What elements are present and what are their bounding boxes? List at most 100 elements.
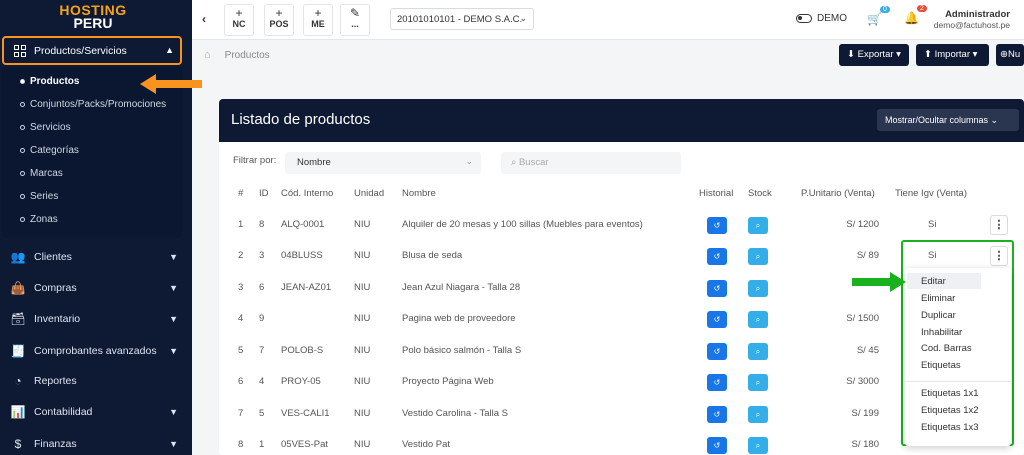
annotation-arrow-green (852, 272, 906, 292)
brand-logo[interactable]: HOSTING PERU (58, 3, 128, 30)
history-button[interactable]: ↺ (707, 437, 727, 454)
cell-unit: NIU (354, 439, 371, 450)
sidebar-item-finanzas[interactable]: $ Finanzas ▼ (10, 437, 182, 451)
demo-toggle[interactable]: DEMO (796, 13, 847, 24)
pie-chart-icon: ◔ (14, 374, 22, 388)
menu-item-editar[interactable]: Editar (921, 276, 946, 287)
new-button[interactable]: ⊕Nu (996, 44, 1024, 66)
cell-index: 8 (238, 439, 244, 450)
submenu-item-productos[interactable]: Productos (20, 76, 79, 87)
cell-id: 8 (259, 219, 265, 230)
submenu-label: Productos (30, 76, 80, 87)
bullet-icon (20, 148, 25, 153)
import-label: Importar (934, 49, 970, 60)
menu-item-cod-barras[interactable]: Cod. Barras (921, 343, 972, 354)
stock-button[interactable]: ⌕ (748, 374, 768, 391)
import-button[interactable]: ⬆ Importar ▾ (916, 44, 989, 66)
company-select[interactable]: 20101010101 - DEMO S.A.C. ⌄ (390, 8, 534, 30)
user-menu[interactable]: Administrador demo@factuhost.pe (934, 9, 1010, 31)
submenu-label: Conjuntos/Packs/Promociones (30, 99, 167, 110)
cell-unit: NIU (354, 250, 371, 261)
plus-icon: + (275, 6, 283, 20)
row-actions-button[interactable]: ⋮ (990, 215, 1008, 235)
stock-button[interactable]: ⌕ (748, 343, 768, 360)
menu-item-etiquetas-1x3[interactable]: Etiquetas 1x3 (921, 422, 979, 433)
home-icon[interactable]: ⌂ (204, 49, 211, 61)
chevron-down-icon: ▼ (169, 439, 178, 449)
toggle-columns-button[interactable]: Mostrar/Ocultar columnas ⌄ (877, 109, 1019, 131)
cell-price: S/ 89 (856, 250, 879, 261)
history-button[interactable]: ↺ (707, 343, 727, 360)
cell-igv: Si (928, 219, 937, 230)
shopping-bag-icon: 👜 (10, 281, 26, 295)
sidebar-item-label: Compras (34, 282, 77, 294)
menu-item-etiquetas-1x2[interactable]: Etiquetas 1x2 (921, 405, 979, 416)
cell-code: VES-CALI1 (281, 408, 330, 419)
collapse-sidebar-icon[interactable]: ‹ (202, 12, 206, 26)
cell-id: 6 (259, 282, 265, 293)
cell-code: 04BLUSS (281, 250, 323, 261)
stock-button[interactable]: ⌕ (748, 217, 768, 234)
dollar-icon: $ (14, 437, 22, 451)
cart-button[interactable]: 🛒 0 (867, 6, 890, 26)
col-header-id: ID (259, 188, 269, 199)
menu-item-eliminar[interactable]: Eliminar (921, 293, 955, 304)
bullet-icon (20, 125, 25, 130)
quick-nc-button[interactable]: + NC (224, 4, 254, 36)
history-button[interactable]: ↺ (707, 374, 727, 391)
history-button[interactable]: ↺ (707, 217, 727, 234)
submenu-item-series[interactable]: Series (20, 191, 58, 202)
cell-price: S/ 180 (851, 439, 879, 450)
col-header-code: Cód. Interno (281, 188, 334, 199)
sidebar-item-reportes[interactable]: ◔ Reportes (10, 374, 182, 388)
submenu-item-zonas[interactable]: Zonas (20, 214, 58, 225)
submenu-item-categorias[interactable]: Categorías (20, 145, 79, 156)
cell-id: 9 (259, 313, 265, 324)
sidebar-item-productos-servicios[interactable]: Productos/Servicios ▲ (2, 36, 182, 65)
row-actions-dropdown: Editar Eliminar Duplicar Inhabilitar Cod… (905, 268, 1011, 446)
submenu-label: Marcas (30, 168, 63, 179)
export-button[interactable]: ⬇ Exportar ▾ (839, 44, 909, 66)
stock-button[interactable]: ⌕ (748, 280, 768, 297)
notifications-button[interactable]: 🔔 2 (904, 5, 927, 25)
cell-id: 4 (259, 376, 265, 387)
quick-me-button[interactable]: + ME (303, 4, 333, 36)
menu-item-etiquetas-1x1[interactable]: Etiquetas 1x1 (921, 388, 979, 399)
sidebar-item-comprobantes[interactable]: 🧾 Comprobantes avanzados ▼ (10, 344, 182, 358)
chevron-down-icon: ▼ (169, 283, 178, 293)
grid-icon (14, 44, 26, 57)
card-title: Listado de productos (231, 111, 371, 128)
chevron-down-icon: ⌄ (465, 156, 473, 166)
submenu-item-servicios[interactable]: Servicios (20, 122, 71, 133)
cell-name: Pagina web de proveedore (402, 313, 516, 324)
stock-button[interactable]: ⌕ (748, 406, 768, 423)
cell-index: 3 (238, 282, 244, 293)
history-button[interactable]: ↺ (707, 248, 727, 265)
sidebar-item-label: Reportes (34, 375, 77, 387)
stock-button[interactable]: ⌕ (748, 311, 768, 328)
quick-button-label: ... (351, 19, 359, 29)
sidebar-item-clientes[interactable]: 👥 Clientes ▼ (10, 250, 182, 264)
cell-index: 2 (238, 250, 244, 261)
menu-item-etiquetas[interactable]: Etiquetas (921, 360, 961, 371)
stock-button[interactable]: ⌕ (748, 248, 768, 265)
quick-pos-button[interactable]: + POS (264, 4, 294, 36)
breadcrumb: ⌂ Productos (204, 49, 270, 61)
menu-item-inhabilitar[interactable]: Inhabilitar (921, 327, 962, 338)
filter-select[interactable]: Nombre ⌄ (285, 152, 481, 174)
submenu-item-conjuntos[interactable]: Conjuntos/Packs/Promociones (20, 99, 166, 110)
search-input[interactable]: ⌕ Buscar (501, 152, 681, 174)
col-header-index: # (238, 188, 244, 199)
history-button[interactable]: ↺ (707, 406, 727, 423)
stock-button[interactable]: ⌕ (748, 437, 768, 454)
quick-more-button[interactable]: ✎... (340, 4, 370, 36)
history-button[interactable]: ↺ (707, 311, 727, 328)
menu-item-duplicar[interactable]: Duplicar (921, 310, 956, 321)
sidebar-item-contabilidad[interactable]: 📊 Contabilidad ▼ (10, 405, 182, 419)
sidebar-item-label: Clientes (34, 251, 72, 263)
history-button[interactable]: ↺ (707, 280, 727, 297)
submenu-item-marcas[interactable]: Marcas (20, 168, 63, 179)
cell-unit: NIU (354, 313, 371, 324)
sidebar-item-inventario[interactable]: 🗃 Inventario ▼ (10, 312, 182, 326)
sidebar-item-compras[interactable]: 👜 Compras ▼ (10, 281, 182, 295)
